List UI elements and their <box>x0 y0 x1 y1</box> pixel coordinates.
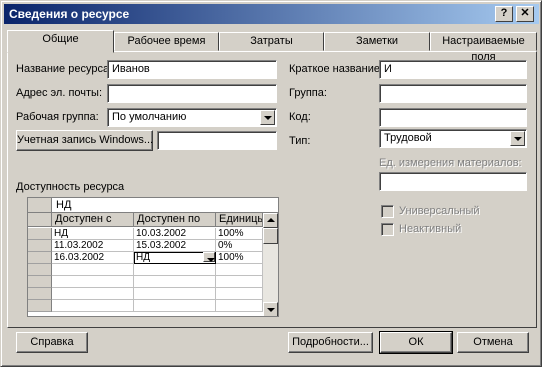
chevron-down-icon[interactable] <box>260 110 275 125</box>
scroll-up-icon[interactable] <box>263 213 278 228</box>
table-cell[interactable] <box>52 276 134 288</box>
scroll-thumb[interactable] <box>263 228 278 244</box>
workgroup-select[interactable]: По умолчанию <box>107 108 277 127</box>
table-cell[interactable] <box>52 264 134 276</box>
ok-button[interactable]: ОК <box>379 331 453 354</box>
tab-costs[interactable]: Затраты <box>219 32 324 51</box>
cancel-button[interactable]: Отмена <box>457 332 529 353</box>
details-button[interactable]: Подробности... <box>288 332 373 353</box>
inactive-label: Неактивный <box>399 223 462 235</box>
inactive-checkbox <box>381 223 394 236</box>
type-label: Тип: <box>289 135 311 147</box>
table-cell[interactable]: 10.03.2002 <box>134 228 216 240</box>
material-field <box>379 172 527 191</box>
row-header[interactable] <box>28 288 52 300</box>
resource-information-dialog: Сведения о ресурсе ? ✕ Общие Рабочее вре… <box>0 0 542 367</box>
generic-checkbox <box>381 205 394 218</box>
chevron-down-icon[interactable] <box>510 131 525 146</box>
code-label: Код: <box>289 111 311 123</box>
row-header[interactable] <box>28 228 52 240</box>
column-header-available-to[interactable]: Доступен по <box>134 213 216 227</box>
dialog-title: Сведения о ресурсе <box>9 7 130 21</box>
tab-general[interactable]: Общие <box>7 30 114 53</box>
tab-custom-fields[interactable]: Настраиваемые поля <box>430 32 537 63</box>
workgroup-value: По умолчанию <box>112 111 187 123</box>
active-cell-value: НД <box>136 252 150 263</box>
table-cell[interactable]: НД <box>52 228 134 240</box>
type-select[interactable]: Трудовой <box>379 129 527 148</box>
code-field[interactable] <box>379 108 527 127</box>
grid-select-all[interactable] <box>28 198 52 212</box>
help-button[interactable]: Справка <box>16 332 88 353</box>
row-header[interactable] <box>28 276 52 288</box>
row-header[interactable] <box>28 240 52 252</box>
table-cell[interactable]: 100% <box>216 228 263 240</box>
generic-label: Универсальный <box>399 205 480 217</box>
email-label: Адрес эл. почты: <box>16 87 103 99</box>
table-cell[interactable]: 15.03.2002 <box>134 240 216 252</box>
table-cell[interactable] <box>216 276 263 288</box>
row-header[interactable] <box>28 300 52 312</box>
grid-edit-bar[interactable]: НД <box>28 198 278 213</box>
grid-corner <box>28 213 52 227</box>
grid-vertical-scrollbar[interactable] <box>263 213 278 316</box>
column-header-available-from[interactable]: Доступен с <box>52 213 134 227</box>
table-cell[interactable] <box>52 300 134 312</box>
column-header-units[interactable]: Единицы <box>216 213 263 227</box>
table-cell[interactable] <box>216 264 263 276</box>
table-cell[interactable] <box>134 276 216 288</box>
availability-grid[interactable]: НД Доступен с Доступен по Единицы НД 10.… <box>27 197 279 317</box>
group-label: Группа: <box>289 87 327 99</box>
table-cell[interactable] <box>134 264 216 276</box>
resource-name-label: Название ресурса: <box>16 63 113 75</box>
table-cell[interactable]: 100% <box>216 252 263 264</box>
windows-account-button[interactable]: Учетная запись Windows... <box>16 130 153 151</box>
initials-field[interactable]: И <box>379 60 527 79</box>
group-field[interactable] <box>379 84 527 103</box>
type-value: Трудовой <box>384 132 432 144</box>
tab-notes[interactable]: Заметки <box>324 32 430 51</box>
title-bar: Сведения о ресурсе ? ✕ <box>4 4 539 24</box>
close-icon[interactable]: ✕ <box>516 6 534 22</box>
workgroup-label: Рабочая группа: <box>16 111 99 123</box>
resource-name-field[interactable]: Иванов <box>107 60 277 79</box>
table-cell[interactable] <box>134 288 216 300</box>
material-label: Ед. измерения материалов: <box>379 157 522 169</box>
windows-account-field[interactable] <box>157 131 277 150</box>
scroll-down-icon[interactable] <box>263 302 278 316</box>
table-cell[interactable]: 0% <box>216 240 263 252</box>
table-cell[interactable] <box>52 288 134 300</box>
row-header[interactable] <box>28 252 52 264</box>
table-cell[interactable]: 11.03.2002 <box>52 240 134 252</box>
table-cell[interactable] <box>216 288 263 300</box>
initials-label: Краткое название: <box>289 63 384 75</box>
tab-strip: Общие Рабочее время Затраты Заметки Наст… <box>7 30 537 63</box>
row-header[interactable] <box>28 264 52 276</box>
chevron-down-icon[interactable] <box>203 252 215 262</box>
email-field[interactable] <box>107 84 277 103</box>
table-cell[interactable] <box>216 300 263 312</box>
table-cell[interactable]: 16.03.2002 <box>52 252 134 264</box>
grid-edit-value: НД <box>56 199 72 211</box>
active-cell-dropdown[interactable]: НД <box>134 252 216 264</box>
table-cell[interactable] <box>134 300 216 312</box>
availability-label: Доступность ресурса <box>16 181 125 193</box>
help-icon[interactable]: ? <box>495 6 513 22</box>
tab-working-time[interactable]: Рабочее время <box>114 32 219 51</box>
